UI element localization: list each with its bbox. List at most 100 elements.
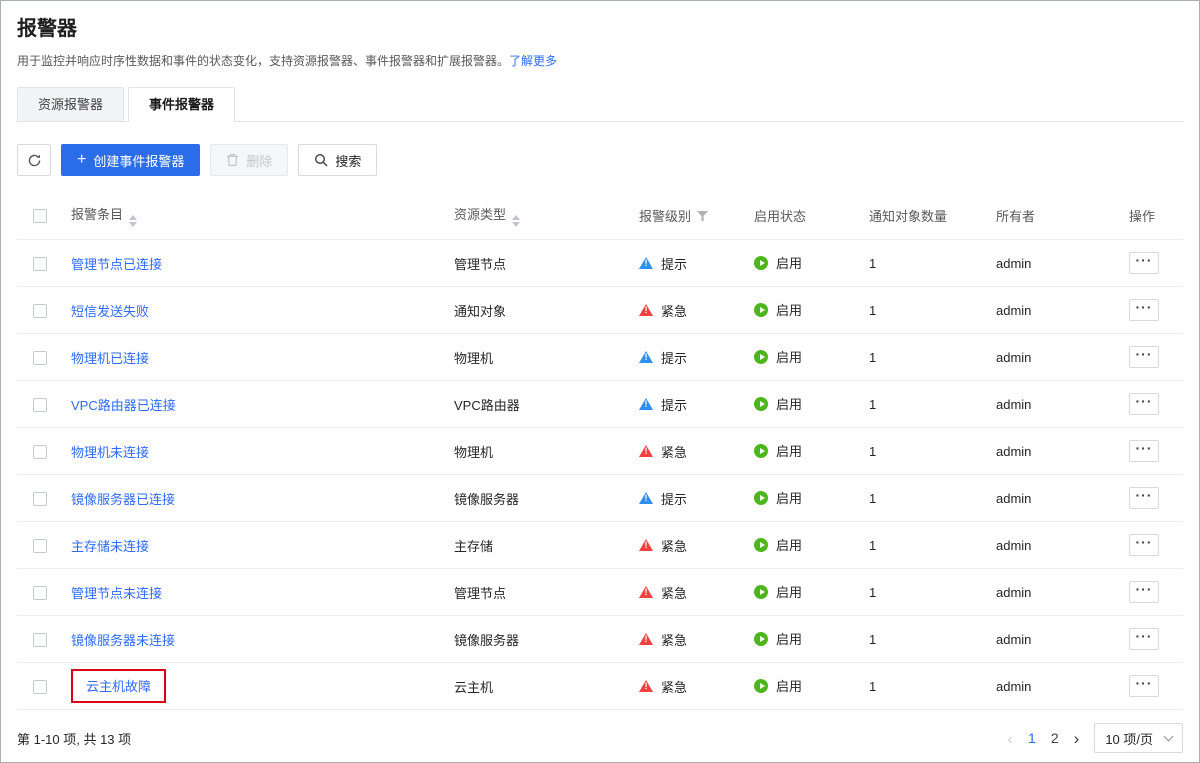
alarm-name-link[interactable]: 镜像服务器已连接 (71, 492, 175, 507)
enabled-icon (754, 303, 768, 317)
alarm-name-link[interactable]: 物理机已连接 (71, 351, 149, 366)
alarm-name-link[interactable]: 管理节点未连接 (71, 586, 162, 601)
notify-count: 1 (861, 522, 988, 569)
row-checkbox[interactable] (33, 680, 47, 694)
select-all-checkbox[interactable] (33, 209, 47, 223)
page-size-select[interactable]: 10 项/页 (1094, 723, 1183, 753)
row-checkbox[interactable] (33, 304, 47, 318)
row-checkbox[interactable] (33, 257, 47, 271)
row-actions-button[interactable] (1129, 440, 1159, 462)
row-checkbox[interactable] (33, 351, 47, 365)
learn-more-link[interactable]: 了解更多 (509, 54, 557, 68)
enabled-icon (754, 397, 768, 411)
create-event-alarm-label: 创建事件报警器 (93, 151, 184, 170)
table-row: 镜像服务器未连接 镜像服务器 紧急 启用 1 admin (17, 616, 1183, 663)
delete-button[interactable]: 删除 (210, 144, 288, 176)
status-label: 启用 (776, 253, 802, 272)
row-actions-button[interactable] (1129, 393, 1159, 415)
table-row: 管理节点未连接 管理节点 紧急 启用 1 admin (17, 569, 1183, 616)
status-label: 启用 (776, 488, 802, 507)
row-actions-button[interactable] (1129, 252, 1159, 274)
owner: admin (988, 522, 1121, 569)
enabled-icon (754, 632, 768, 646)
row-actions-button[interactable] (1129, 628, 1159, 650)
row-checkbox[interactable] (33, 539, 47, 553)
status-label: 启用 (776, 582, 802, 601)
column-header-status: 启用状态 (746, 192, 861, 240)
alarm-name-link[interactable]: 镜像服务器未连接 (71, 633, 175, 648)
row-checkbox[interactable] (33, 445, 47, 459)
alert-level-label: 提示 (661, 395, 687, 414)
resource-type: 云主机 (446, 663, 631, 710)
ellipsis-icon (1136, 400, 1153, 408)
page-number-1[interactable]: 1 (1028, 731, 1036, 745)
tab-resource-alarms[interactable]: 资源报警器 (17, 87, 124, 121)
row-actions-button[interactable] (1129, 581, 1159, 603)
alert-level-icon (639, 445, 653, 457)
table-row: 镜像服务器已连接 镜像服务器 提示 启用 1 admin (17, 475, 1183, 522)
ellipsis-icon (1136, 353, 1153, 361)
alert-level-icon (639, 680, 653, 692)
column-header-actions: 操作 (1121, 192, 1183, 240)
row-actions-button[interactable] (1129, 487, 1159, 509)
column-header-level[interactable]: 报警级别 (631, 192, 746, 240)
filter-icon[interactable] (697, 211, 708, 221)
enabled-icon (754, 350, 768, 364)
notify-count: 1 (861, 287, 988, 334)
row-actions-button[interactable] (1129, 675, 1159, 697)
sort-icon[interactable] (129, 215, 137, 227)
ellipsis-icon (1136, 588, 1153, 596)
alert-level-icon (639, 304, 653, 316)
owner: admin (988, 663, 1121, 710)
enabled-icon (754, 256, 768, 270)
owner: admin (988, 616, 1121, 663)
row-actions-button[interactable] (1129, 346, 1159, 368)
row-checkbox[interactable] (33, 586, 47, 600)
enabled-icon (754, 444, 768, 458)
alarm-name-link[interactable]: 物理机未连接 (71, 445, 149, 460)
next-page-icon[interactable] (1074, 730, 1080, 747)
sort-icon[interactable] (512, 215, 520, 227)
row-checkbox[interactable] (33, 398, 47, 412)
search-button[interactable]: 搜索 (298, 144, 377, 176)
tab-event-alarms[interactable]: 事件报警器 (128, 87, 235, 122)
create-event-alarm-button[interactable]: 创建事件报警器 (61, 144, 200, 176)
chevron-down-icon (1164, 732, 1174, 742)
resource-type: VPC路由器 (446, 381, 631, 428)
prev-page-icon[interactable] (1007, 730, 1013, 747)
alarm-name-link[interactable]: 管理节点已连接 (71, 257, 162, 272)
status-label: 启用 (776, 394, 802, 413)
refresh-button[interactable] (17, 144, 51, 176)
table-row: 物理机未连接 物理机 紧急 启用 1 admin (17, 428, 1183, 475)
alarm-name-link[interactable]: 云主机故障 (86, 679, 151, 694)
row-actions-button[interactable] (1129, 534, 1159, 556)
alarm-name-link[interactable]: 主存储未连接 (71, 539, 149, 554)
alert-level-label: 紧急 (661, 442, 687, 461)
table-row: 主存储未连接 主存储 紧急 启用 1 admin (17, 522, 1183, 569)
alarm-name-link[interactable]: VPC路由器已连接 (71, 398, 176, 413)
search-icon (314, 153, 328, 167)
page-number-2[interactable]: 2 (1051, 731, 1059, 745)
row-checkbox[interactable] (33, 492, 47, 506)
table-row: 物理机已连接 物理机 提示 启用 1 admin (17, 334, 1183, 381)
owner: admin (988, 381, 1121, 428)
alert-level-icon (639, 398, 653, 410)
alert-level-label: 紧急 (661, 301, 687, 320)
ellipsis-icon (1136, 259, 1153, 267)
table-row: 管理节点已连接 管理节点 提示 启用 1 admin (17, 240, 1183, 287)
column-header-resource[interactable]: 资源类型 (446, 192, 631, 240)
pagination-summary: 第 1-10 项, 共 13 项 (17, 729, 131, 748)
ellipsis-icon (1136, 306, 1153, 314)
row-actions-button[interactable] (1129, 299, 1159, 321)
page-header: 报警器 用于监控并响应时序性数据和事件的状态变化，支持资源报警器、事件报警器和扩… (17, 1, 1183, 69)
row-checkbox[interactable] (33, 633, 47, 647)
notify-count: 1 (861, 428, 988, 475)
table-header-row: 报警条目 资源类型 报警级别 启用状态 通知对象数量 所有者 操作 (17, 192, 1183, 240)
alarm-name-link[interactable]: 短信发送失败 (71, 304, 149, 319)
resource-type: 主存储 (446, 522, 631, 569)
column-header-name[interactable]: 报警条目 (63, 192, 446, 240)
ellipsis-icon (1136, 447, 1153, 455)
highlight-annotation-box: 云主机故障 (71, 669, 166, 703)
status-label: 启用 (776, 300, 802, 319)
ellipsis-icon (1136, 541, 1153, 549)
